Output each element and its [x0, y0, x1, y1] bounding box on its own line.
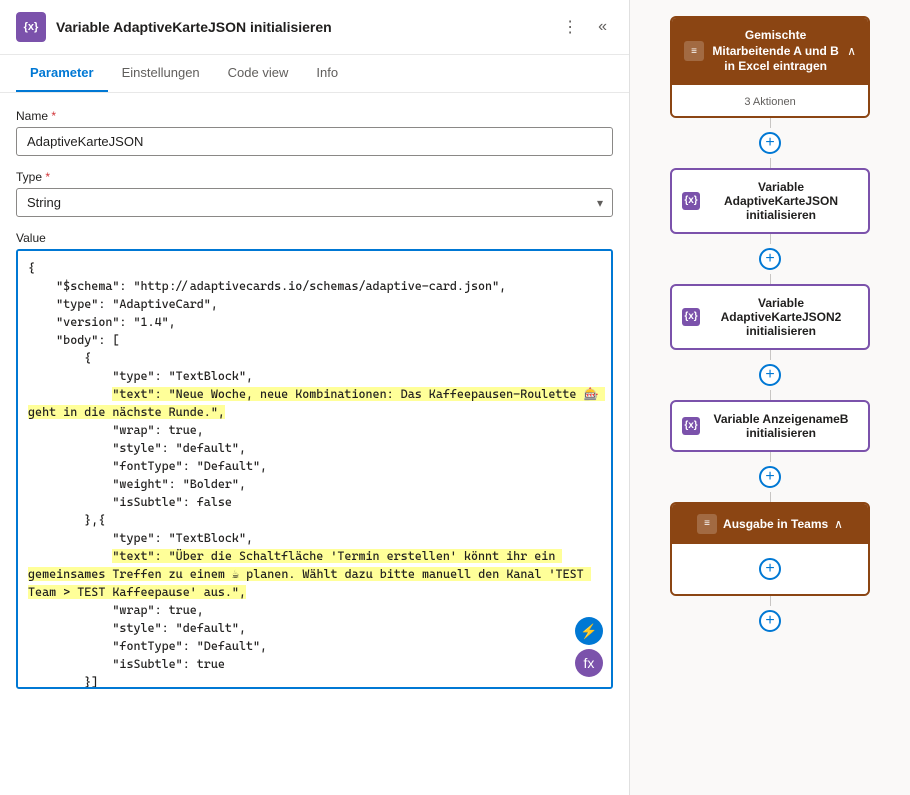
connector-line [770, 596, 771, 606]
flow-node-4: {x} Variable AnzeigenameB initialisieren [640, 400, 900, 452]
form-area: Name Type String Integer Float Boolean A… [0, 93, 629, 795]
header-actions: ⋮ « [556, 15, 613, 39]
fx-button[interactable]: fx [575, 649, 603, 677]
node-excel-body: 3 Aktionen [672, 85, 868, 116]
inner-plus-wrapper: + [680, 554, 860, 584]
node-ausgabe-group[interactable]: ≡ Ausgabe in Teams ∧ + [670, 502, 870, 596]
panel-title: Variable AdaptiveKarteJSON initialisiere… [56, 19, 546, 35]
right-panel: ≡ Gemischte Mitarbeitende A und B in Exc… [630, 0, 910, 795]
value-label: Value [16, 231, 613, 245]
name-input[interactable] [16, 127, 613, 156]
node-adaptivekarteJSON2-title: Variable AdaptiveKarteJSON2 initialisier… [708, 296, 854, 338]
type-select[interactable]: String Integer Float Boolean Array Objec… [16, 188, 613, 217]
flow-node-5: ≡ Ausgabe in Teams ∧ + [640, 502, 900, 596]
connector-line [770, 234, 771, 244]
type-select-wrapper: String Integer Float Boolean Array Objec… [16, 188, 613, 217]
lightning-button[interactable]: ⚡ [575, 617, 603, 645]
left-panel: {x} Variable AdaptiveKarteJSON initialis… [0, 0, 630, 795]
node-ausgabe-header: ≡ Ausgabe in Teams ∧ [672, 504, 868, 544]
connector-1: + [759, 118, 781, 168]
connector-line [770, 118, 771, 128]
add-action-btn-inner[interactable]: + [759, 558, 781, 580]
code-content: { "$schema": "http://adaptivecards.io/sc… [28, 259, 601, 689]
add-action-btn-4[interactable]: + [759, 466, 781, 488]
add-action-btn-1[interactable]: + [759, 132, 781, 154]
connector-line [770, 274, 771, 284]
connector-line [770, 452, 771, 462]
connector-5: + [759, 596, 781, 636]
connector-line [770, 350, 771, 360]
add-action-btn-5[interactable]: + [759, 610, 781, 632]
ausgabe-node-icon: ≡ [697, 514, 717, 534]
name-label: Name [16, 109, 613, 123]
chevron-up-icon-2: ∧ [834, 517, 843, 531]
connector-4: + [759, 452, 781, 502]
node-excel-group[interactable]: ≡ Gemischte Mitarbeitende A und B in Exc… [670, 16, 870, 118]
code-wrapper: { "$schema": "http://adaptivecards.io/sc… [16, 249, 613, 689]
node-anzeigenameB-title: Variable AnzeigenameB initialisieren [708, 412, 854, 440]
floating-buttons: ⚡ fx [575, 617, 603, 677]
connector-line [770, 158, 771, 168]
collapse-button[interactable]: « [592, 16, 613, 38]
flow-node-3: {x} Variable AdaptiveKarteJSON2 initiali… [640, 284, 900, 350]
node-excel-actions: 3 Aktionen [744, 96, 795, 108]
add-action-btn-2[interactable]: + [759, 248, 781, 270]
node-adaptivekarteJSON-title: Variable AdaptiveKarteJSON initialisiere… [708, 180, 854, 222]
flow-node-1: ≡ Gemischte Mitarbeitende A und B in Exc… [640, 16, 900, 118]
node-ausgabe-inner: + [672, 544, 868, 594]
connector-2: + [759, 234, 781, 284]
node-excel-header: ≡ Gemischte Mitarbeitende A und B in Exc… [672, 18, 868, 85]
tabs-container: Parameter Einstellungen Code view Info [0, 55, 629, 93]
add-action-btn-3[interactable]: + [759, 364, 781, 386]
node-anzeigenameB[interactable]: {x} Variable AnzeigenameB initialisieren [670, 400, 870, 452]
tab-info[interactable]: Info [302, 55, 352, 92]
connector-line [770, 492, 771, 502]
node-adaptivekarteJSON2[interactable]: {x} Variable AdaptiveKarteJSON2 initiali… [670, 284, 870, 350]
excel-node-icon: ≡ [684, 41, 704, 61]
flow-node-2: {x} Variable AdaptiveKarteJSON initialis… [640, 168, 900, 234]
tab-codeview[interactable]: Code view [214, 55, 303, 92]
variable-icon-1: {x} [682, 192, 700, 210]
tab-einstellungen[interactable]: Einstellungen [108, 55, 214, 92]
panel-header: {x} Variable AdaptiveKarteJSON initialis… [0, 0, 629, 55]
chevron-up-icon: ∧ [847, 44, 856, 58]
more-button[interactable]: ⋮ [556, 15, 584, 39]
connector-3: + [759, 350, 781, 400]
variable-icon-3: {x} [682, 417, 700, 435]
panel-icon: {x} [16, 12, 46, 42]
variable-icon-2: {x} [682, 308, 700, 326]
tab-parameter[interactable]: Parameter [16, 55, 108, 92]
type-label: Type [16, 170, 613, 184]
node-excel-title: Gemischte Mitarbeitende A und B in Excel… [710, 28, 841, 75]
code-editor[interactable]: { "$schema": "http://adaptivecards.io/sc… [16, 249, 613, 689]
node-adaptivekarteJSON[interactable]: {x} Variable AdaptiveKarteJSON initialis… [670, 168, 870, 234]
connector-line [770, 390, 771, 400]
node-ausgabe-title: Ausgabe in Teams [723, 517, 828, 531]
